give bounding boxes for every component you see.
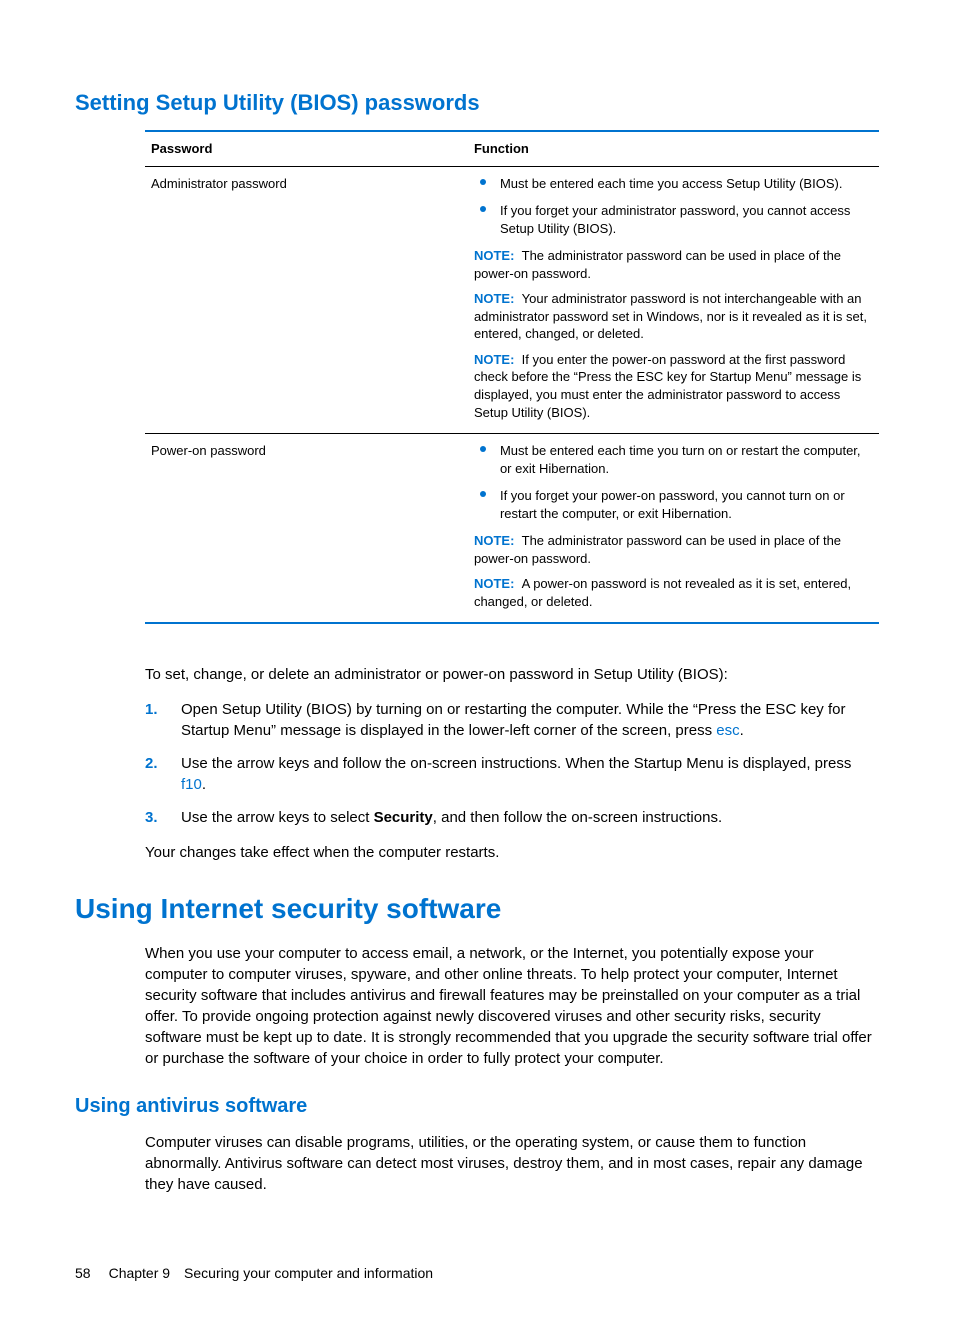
th-password: Password [145, 131, 468, 166]
chapter-label: Chapter 9 Securing your computer and inf… [109, 1265, 434, 1281]
note-label: NOTE: [474, 352, 514, 367]
cell-function: Must be entered each time you access Set… [468, 166, 879, 434]
th-function: Function [468, 131, 879, 166]
note-label: NOTE: [474, 576, 514, 591]
step-item: Open Setup Utility (BIOS) by turning on … [171, 699, 879, 741]
step-item: Use the arrow keys and follow the on-scr… [171, 753, 879, 795]
cell-function: Must be entered each time you turn on or… [468, 434, 879, 624]
page-number: 58 [75, 1265, 91, 1281]
list-item: Must be entered each time you turn on or… [474, 442, 873, 477]
step-text: . [740, 722, 744, 739]
antivirus-paragraph: Computer viruses can disable programs, u… [145, 1132, 879, 1195]
password-table: Password Function Administrator password… [145, 130, 879, 624]
step-text: , and then follow the on-screen instruct… [433, 809, 722, 826]
note-text: Your administrator password is not inter… [474, 291, 867, 341]
note: NOTE: The administrator password can be … [474, 247, 873, 282]
heading-antivirus: Using antivirus software [75, 1095, 879, 1118]
note: NOTE: Your administrator password is not… [474, 290, 873, 343]
list-item: If you forget your administrator passwor… [474, 202, 873, 237]
key-esc: esc [716, 722, 739, 739]
list-item: If you forget your power-on password, yo… [474, 487, 873, 522]
cell-password-name: Administrator password [145, 166, 468, 434]
table-row: Power-on password Must be entered each t… [145, 434, 879, 624]
step-item: Use the arrow keys to select Security, a… [171, 807, 879, 828]
key-f10: f10 [181, 776, 202, 793]
step-text: Use the arrow keys and follow the on-scr… [181, 755, 851, 772]
note-text: The administrator password can be used i… [474, 248, 841, 281]
note: NOTE: If you enter the power-on password… [474, 351, 873, 421]
step-text: Open Setup Utility (BIOS) by turning on … [181, 701, 845, 739]
note: NOTE: A power-on password is not reveale… [474, 575, 873, 610]
list-item: Must be entered each time you access Set… [474, 175, 873, 193]
note-label: NOTE: [474, 533, 514, 548]
note: NOTE: The administrator password can be … [474, 532, 873, 567]
table-row: Administrator password Must be entered e… [145, 166, 879, 434]
security-paragraph: When you use your computer to access ema… [145, 943, 879, 1069]
heading-internet-security: Using Internet security software [75, 893, 879, 925]
note-label: NOTE: [474, 248, 514, 263]
heading-bios-passwords: Setting Setup Utility (BIOS) passwords [75, 90, 879, 116]
step-text: Use the arrow keys to select [181, 809, 374, 826]
note-text: If you enter the power-on password at th… [474, 352, 861, 420]
step-text: . [202, 776, 206, 793]
note-label: NOTE: [474, 291, 514, 306]
intro-text: To set, change, or delete an administrat… [145, 664, 879, 685]
note-text: The administrator password can be used i… [474, 533, 841, 566]
page-footer: 58 Chapter 9 Securing your computer and i… [75, 1265, 879, 1281]
cell-password-name: Power-on password [145, 434, 468, 624]
steps-list: Open Setup Utility (BIOS) by turning on … [145, 699, 879, 828]
after-steps-text: Your changes take effect when the comput… [145, 842, 879, 863]
bold-security: Security [374, 809, 433, 826]
note-text: A power-on password is not revealed as i… [474, 576, 851, 609]
